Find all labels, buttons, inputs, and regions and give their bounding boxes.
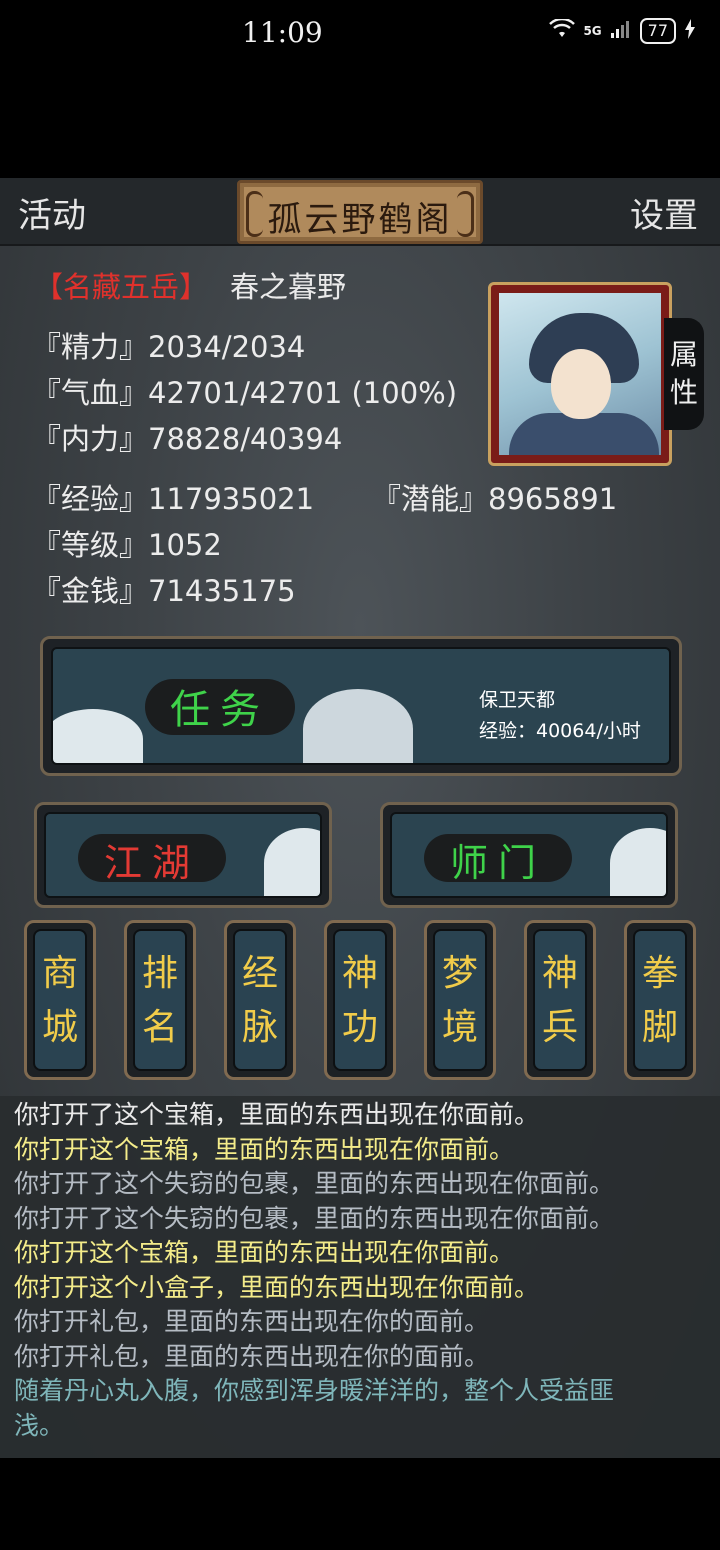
log-line: 你打开了这个失窃的包裹，里面的东西出现在你面前。 [14, 1203, 615, 1233]
character-portrait[interactable] [488, 282, 672, 466]
scroll-char: 商 [41, 953, 78, 994]
dreamland-button[interactable]: 梦 境 [424, 920, 496, 1080]
message-log[interactable]: 你打开了这个宝箱，里面的东西出现在你面前。 你打开这个宝箱，里面的东西出现在你面… [0, 1096, 720, 1458]
scroll-char: 城 [41, 1007, 78, 1048]
scroll-char: 境 [441, 1007, 478, 1048]
battery-icon: 77 [639, 18, 676, 44]
status-time: 11:09 [242, 16, 323, 49]
quest-button[interactable]: 任务 保卫天都 经验：40064/小时 [40, 636, 682, 776]
stat-qianneng: 『潜能』8965891 [372, 482, 618, 516]
page-title: 孤云野鹤阁 [267, 200, 453, 240]
character-title-tag: 【名藏五岳】 [34, 270, 209, 304]
shimen-banner-inner: 师门 [390, 812, 668, 898]
attributes-tab-char-2: 性 [669, 376, 698, 409]
meridians-button[interactable]: 经 脉 [224, 920, 296, 1080]
shimen-label: 师门 [449, 841, 546, 885]
wave-decoration [53, 709, 143, 763]
wifi-icon [549, 17, 576, 43]
quest-banner-inner: 任务 保卫天都 经验：40064/小时 [51, 647, 671, 765]
shop-button[interactable]: 商 城 [24, 920, 96, 1080]
log-line: 你打开了这个宝箱，里面的东西出现在你面前。 [14, 1100, 540, 1129]
scroll-char: 经 [241, 953, 278, 994]
log-line: 随着丹心丸入腹，你感到浑身暖洋洋的，整个人受益匪 [14, 1376, 615, 1405]
log-line: 你打开礼包，里面的东西出现在你的面前。 [14, 1307, 490, 1336]
settings-button[interactable]: 设置 [630, 188, 698, 237]
wave-decoration [610, 828, 666, 896]
divine-skill-button[interactable]: 神 功 [324, 920, 396, 1080]
jianghu-label: 江湖 [103, 841, 200, 885]
scroll-char: 梦 [441, 953, 478, 994]
fist-kick-button[interactable]: 拳 脚 [624, 920, 696, 1080]
attributes-tab[interactable]: 属 性 [664, 318, 704, 430]
title-plaque: 孤云野鹤阁 [237, 180, 483, 244]
portrait-image [499, 293, 661, 455]
activity-button[interactable]: 活动 [18, 188, 86, 237]
jianghu-button[interactable]: 江湖 [34, 802, 332, 908]
network-label: 5G [583, 24, 602, 38]
bottom-blank [0, 1458, 720, 1550]
stat-jingli: 『精力』2034/2034 [32, 330, 306, 364]
log-line: 你打开这个宝箱，里面的东西出现在你面前。 [14, 1238, 515, 1267]
attributes-tab-char-1: 属 [669, 338, 698, 371]
scroll-char: 兵 [541, 1007, 578, 1048]
log-line: 你打开这个小盒子，里面的东西出现在你面前。 [14, 1272, 540, 1302]
scroll-char: 排 [141, 953, 178, 994]
scroll-char: 功 [341, 1007, 378, 1048]
signal-icon [610, 19, 632, 43]
quest-label: 任务 [170, 687, 270, 733]
status-bar: 11:09 5G 77 [0, 0, 720, 70]
wave-decoration [303, 689, 413, 763]
scroll-char: 脚 [641, 1007, 678, 1048]
status-icons: 5G 77 [549, 17, 696, 44]
charging-icon [684, 19, 696, 43]
log-line: 你打开了这个失窃的包裹，里面的东西出现在你面前。 [14, 1169, 615, 1198]
shimen-button[interactable]: 师门 [380, 802, 678, 908]
stat-dengji: 『等级』1052 [32, 528, 222, 562]
scroll-char: 神 [341, 953, 378, 994]
log-line: 你打开这个宝箱，里面的东西出现在你面前。 [14, 1134, 515, 1164]
top-bar: 活动 孤云野鹤阁 设置 [0, 178, 720, 246]
quest-current-task: 保卫天都 [479, 689, 556, 711]
scroll-char: 名 [141, 1007, 178, 1048]
divine-weapon-button[interactable]: 神 兵 [524, 920, 596, 1080]
scroll-char: 神 [541, 953, 578, 994]
stat-jingyan: 『经验』117935021 [32, 482, 315, 516]
log-line: 浅。 [14, 1410, 65, 1440]
scroll-char: 脉 [241, 1007, 278, 1048]
stat-qixue: 『气血』42701/42701 (100%) [32, 376, 458, 410]
wave-decoration [264, 828, 320, 896]
scroll-char: 拳 [641, 953, 678, 994]
game-panel: 活动 孤云野鹤阁 设置 【名藏五岳】 春之暮野 『精力』2034/2034 『气… [0, 178, 720, 1458]
stat-neili: 『内力』78828/40394 [32, 422, 343, 456]
quest-exp-rate: 经验：40064/小时 [479, 720, 641, 742]
ranking-button[interactable]: 排 名 [124, 920, 196, 1080]
log-line: 你打开礼包，里面的东西出现在你的面前。 [14, 1341, 490, 1371]
jianghu-banner-inner: 江湖 [44, 812, 322, 898]
stat-jinqian: 『金钱』71435175 [32, 574, 296, 608]
character-name: 春之暮野 [230, 270, 347, 304]
